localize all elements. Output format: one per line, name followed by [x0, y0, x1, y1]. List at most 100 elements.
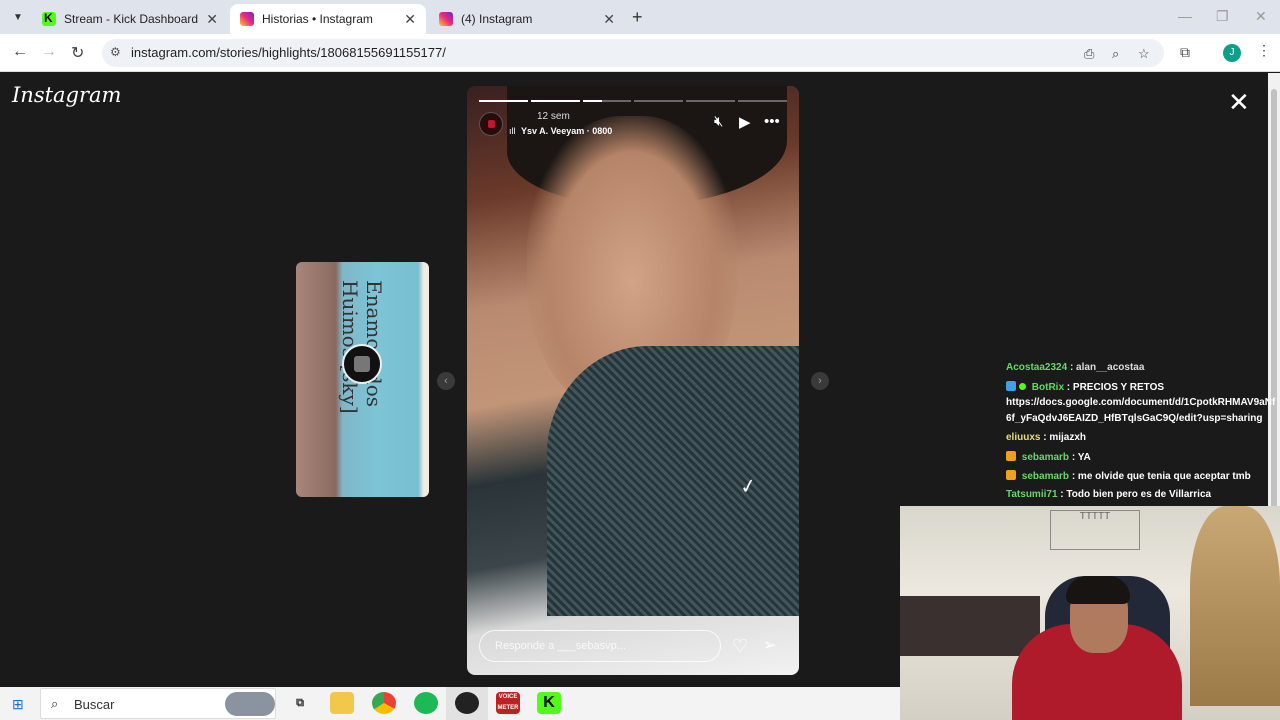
obs-icon[interactable] — [455, 692, 479, 714]
play-icon[interactable]: ▶ — [739, 113, 751, 131]
url-text[interactable]: instagram.com/stories/highlights/1806815… — [131, 45, 446, 60]
progress-segment — [738, 100, 787, 102]
tab-kick-dashboard[interactable]: Stream - Kick Dashboard ✕ — [32, 4, 228, 34]
voicemeeter-icon[interactable]: VOICE METER — [496, 692, 520, 714]
close-stories-icon[interactable]: ✕ — [1228, 87, 1250, 118]
heart-icon[interactable]: ♡ — [732, 636, 748, 657]
windows-taskbar: ⊞ ⌕ Buscar ⧉ VOICE METER K — [0, 687, 900, 720]
story-audio-label[interactable]: Ysv A. Veeyam · 0800 — [521, 126, 612, 136]
bookmark-star-icon[interactable]: ☆ — [1138, 46, 1150, 62]
taskbar-search[interactable]: ⌕ Buscar — [40, 688, 276, 719]
chat-text: 6f_yFaQdvJ6EAIZD_HfBTqlsGaC9Q/edit?usp=s… — [1006, 413, 1263, 424]
back-arrow-icon[interactable]: ← — [12, 43, 28, 61]
gift-badge-icon — [1006, 470, 1016, 480]
instagram-logo[interactable]: Instagram — [12, 83, 121, 107]
chrome-icon[interactable] — [372, 692, 396, 714]
audio-wave-icon: ıll — [509, 126, 516, 136]
progress-segment — [634, 100, 684, 102]
chat-text: : mijazxh — [1043, 432, 1087, 443]
kick-icon — [42, 11, 56, 26]
chat-username: BotRix — [1031, 382, 1065, 393]
chat-message: sebamarb : YA — [1006, 451, 1091, 463]
webcam-shelf — [900, 596, 1040, 656]
chat-message: Tatsumii71 : Todo bien pero es de Villar… — [1006, 489, 1211, 500]
previous-story-arrow-icon[interactable]: ‹ — [437, 372, 455, 390]
mute-icon[interactable]: 🔇︎ — [714, 113, 723, 130]
windows-start-icon[interactable]: ⊞ — [12, 696, 24, 713]
chat-text: : me olvide que tenia que aceptar tmb — [1071, 471, 1251, 482]
story-progress-bar — [479, 100, 787, 102]
chat-text: : alan__acostaa — [1069, 362, 1145, 373]
progress-segment — [530, 100, 580, 102]
tab-search-dropdown[interactable]: ▼ — [8, 7, 28, 27]
tab-title: (4) Instagram — [461, 12, 533, 26]
chat-username: sebamarb — [1021, 452, 1070, 463]
verified-badge-icon — [1019, 383, 1026, 390]
tab-close-icon[interactable]: ✕ — [603, 11, 615, 28]
new-tab-button[interactable]: + — [632, 7, 643, 28]
screen: ▼ Stream - Kick Dashboard ✕ Historias • … — [0, 0, 1280, 720]
instagram-icon — [439, 12, 453, 26]
search-label: Buscar — [74, 697, 115, 712]
chat-message: BotRix : PRECIOS Y RETOS — [1006, 381, 1164, 393]
install-app-icon[interactable]: ⎙ — [1084, 46, 1094, 62]
chat-message-continued: 6f_yFaQdvJ6EAIZD_HfBTqlsGaC9Q/edit?usp=s… — [1006, 413, 1262, 424]
streamer-hair — [1066, 576, 1130, 604]
browser-menu-icon[interactable]: ⋮ — [1257, 42, 1271, 59]
webcam-plant — [1190, 506, 1280, 706]
reply-input[interactable]: Responde a ___sebasvp... — [479, 630, 721, 662]
gift-badge-icon — [1006, 451, 1016, 461]
tab-historias-instagram[interactable]: Historias • Instagram ✕ — [230, 4, 426, 34]
search-highlight-image — [225, 692, 275, 716]
chat-text: : PRECIOS Y RETOS — [1066, 382, 1165, 393]
restore-icon[interactable]: ❐ — [1216, 8, 1229, 25]
chat-message: sebamarb : me olvide que tenia que acept… — [1006, 470, 1251, 482]
send-icon[interactable]: ➢ — [763, 635, 776, 655]
chat-username: sebamarb — [1021, 471, 1070, 482]
file-explorer-icon[interactable] — [330, 692, 354, 714]
tab-close-icon[interactable]: ✕ — [206, 11, 218, 28]
chat-username: Acostaa2324 — [1006, 362, 1068, 373]
browser-toolbar: ← → ↻ ⚙ instagram.com/stories/highlights… — [0, 34, 1280, 72]
story-author-avatar[interactable] — [479, 112, 503, 136]
chat-message-continued: https://docs.google.com/document/d/1Cpot… — [1006, 397, 1275, 408]
story-time-ago: 12 sem — [537, 111, 570, 122]
wall-drawing: TTTTT — [1050, 510, 1140, 550]
window-close-icon[interactable]: ✕ — [1255, 8, 1267, 25]
previous-story-preview[interactable]: Enamorados Huimos [sky] — [296, 262, 429, 497]
story-image-shirt — [547, 346, 799, 616]
instagram-icon — [240, 12, 254, 26]
minimize-icon[interactable]: — — [1178, 8, 1192, 24]
reload-icon[interactable]: ↻ — [71, 43, 84, 63]
spotify-icon[interactable] — [414, 692, 438, 714]
chat-message: eliuuxs : mijazxh — [1006, 432, 1086, 443]
site-info-icon[interactable]: ⚙ — [110, 45, 121, 59]
tab-title: Historias • Instagram — [262, 12, 373, 26]
forward-arrow-icon[interactable]: → — [41, 43, 57, 61]
task-view-icon[interactable]: ⧉ — [288, 692, 312, 714]
search-icon: ⌕ — [51, 696, 59, 711]
progress-segment — [479, 100, 528, 102]
more-options-icon[interactable]: ••• — [764, 113, 780, 130]
next-story-arrow-icon[interactable]: › — [811, 372, 829, 390]
tab-close-icon[interactable]: ✕ — [404, 11, 416, 28]
tab-title: Stream - Kick Dashboard — [64, 12, 199, 26]
bot-badge-icon — [1006, 381, 1016, 391]
story-card[interactable]: ✓ 12 sem ıll Ysv A. Veeyam · 0800 🔇︎ ▶ •… — [467, 86, 799, 675]
profile-avatar[interactable]: J — [1223, 44, 1241, 62]
extensions-icon[interactable]: ⧉ — [1180, 44, 1190, 61]
webcam-overlay: TTTTT — [900, 506, 1280, 720]
chat-text: : Todo bien pero es de Villarrica — [1060, 489, 1212, 500]
tab-instagram[interactable]: (4) Instagram ✕ — [429, 4, 625, 34]
chat-username: eliuuxs — [1006, 432, 1041, 443]
chat-text: : YA — [1071, 452, 1091, 463]
progress-segment — [582, 100, 632, 102]
kick-icon[interactable]: K — [537, 692, 561, 714]
browser-tab-bar: ▼ Stream - Kick Dashboard ✕ Historias • … — [0, 0, 1280, 34]
chat-username: Tatsumii71 — [1006, 489, 1058, 500]
address-bar[interactable]: ⚙ instagram.com/stories/highlights/18068… — [102, 39, 1164, 67]
zoom-icon[interactable]: ⌕ — [1112, 46, 1119, 62]
chat-text: https://docs.google.com/document/d/1Cpot… — [1006, 397, 1276, 408]
chat-message: Acostaa2324 : alan__acostaa — [1006, 362, 1144, 373]
prev-story-avatar — [342, 344, 382, 384]
